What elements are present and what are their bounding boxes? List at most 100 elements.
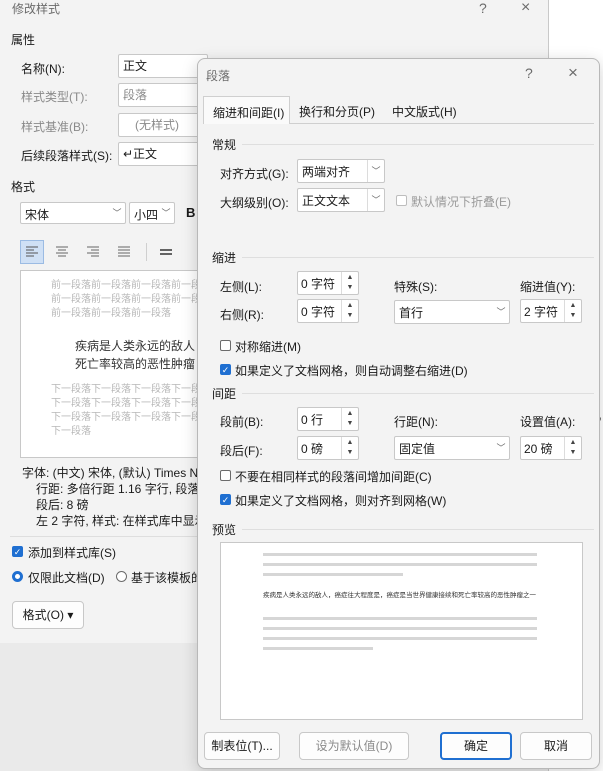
line-spacing-select[interactable]: 固定值 ﹀ [394, 436, 510, 460]
style-type-select[interactable]: 段落 [118, 83, 208, 107]
style-name-input[interactable]: 正文 [118, 54, 208, 78]
spacing-after-input[interactable]: 0 磅 ▲ ▼ [297, 436, 359, 460]
preview-sample-text: 疾病是人类永远的敌人，癌症往大程度是，癌症是当世界健康接续和死亡率较高的恶性肿瘤… [263, 592, 536, 599]
preview-next-bar [263, 627, 537, 630]
spin-down-icon: ▼ [346, 284, 354, 291]
preview-main-line: 疾病是人类永远的敌人 [75, 339, 196, 353]
spacing-before-input[interactable]: 0 行 ▲ ▼ [297, 407, 359, 431]
preview-main-line: 死亡率较高的恶性肿瘤 [75, 357, 196, 371]
preview-prev-line: 前一段落前一段落前一段落前一段 [51, 280, 200, 291]
indent-right-input[interactable]: 0 字符 ▲ ▼ [297, 299, 359, 323]
chevron-down-icon: ﹀ [496, 443, 506, 453]
special-indent-select[interactable]: 首行 ﹀ [394, 300, 510, 324]
line-spacing-button[interactable] [156, 241, 178, 266]
preview-prev-line: 前一段落前一段落前一段落前一段 [51, 294, 200, 305]
auto-adjust-right-indent-checkbox[interactable]: ✓ [220, 364, 231, 375]
line-spacing-value: 固定值 [399, 442, 436, 456]
format-menu-button[interactable]: 格式(O) ▾ [12, 601, 84, 629]
mirror-indents-checkbox[interactable] [220, 340, 231, 351]
spin-buttons[interactable]: ▲ ▼ [341, 437, 358, 459]
cancel-button[interactable]: 取消 [520, 732, 592, 760]
next-style-select[interactable]: ↵正文 [118, 142, 208, 166]
alignment-label: 对齐方式(G): [220, 167, 289, 181]
style-description-line: 行距: 多倍行距 1.16 字行, 段落 [36, 482, 200, 496]
align-center-button[interactable] [52, 241, 74, 266]
justify-button[interactable] [114, 241, 136, 266]
indent-left-input[interactable]: 0 字符 ▲ ▼ [297, 271, 359, 295]
style-based-select[interactable]: (无样式) [118, 113, 208, 137]
indent-right-label: 右侧(R): [220, 308, 264, 322]
help-button[interactable]: ? [525, 65, 533, 81]
close-button[interactable]: × [521, 0, 530, 17]
outline-level-select[interactable]: 正文文本 ﹀ [297, 188, 385, 212]
outline-level-value: 正文文本 [302, 194, 351, 208]
spacing-after-label: 段后(F): [220, 444, 263, 458]
alignment-value: 两端对齐 [302, 165, 351, 179]
chevron-down-icon: ﹀ [161, 208, 171, 218]
snap-to-grid-label: 如果定义了文档网格，则对齐到网格(W) [235, 494, 447, 508]
align-left-button[interactable] [20, 240, 44, 264]
divider [242, 144, 594, 145]
style-based-label: 样式基准(B): [21, 120, 89, 134]
indent-by-label: 缩进值(Y): [520, 280, 576, 294]
alignment-select[interactable]: 两端对齐 ﹀ [297, 159, 385, 183]
spin-up-icon: ▲ [346, 439, 354, 446]
divider [10, 536, 198, 537]
spin-buttons[interactable]: ▲ ▼ [341, 300, 358, 322]
preview-next-line: 下一段落下一段落下一段落下一段 [51, 398, 200, 409]
tab-indents-spacing[interactable]: 缩进和间距(I) [203, 96, 290, 124]
indent-by-input[interactable]: 2 字符 ▲ ▼ [520, 299, 582, 323]
style-name-value: 正文 [123, 59, 148, 73]
paragraph-preview: 疾病是人类永远的敌人，癌症往大程度是，癌症是当世界健康接续和死亡率较高的恶性肿瘤… [220, 542, 583, 720]
tab-strip-line [289, 123, 594, 124]
preview-next-bar [263, 617, 537, 620]
mirror-indents-label: 对称缩进(M) [235, 340, 301, 354]
snap-to-grid-checkbox[interactable]: ✓ [220, 494, 231, 505]
no-space-same-style-checkbox[interactable] [220, 470, 231, 481]
line-spacing-at-input[interactable]: 20 磅 ▲ ▼ [520, 436, 582, 460]
align-left-icon [26, 246, 38, 257]
tabs-button[interactable]: 制表位(T)... [204, 732, 280, 760]
format-header: 格式 [11, 180, 36, 194]
modify-style-title: 修改样式 [12, 2, 61, 16]
align-right-button[interactable] [83, 241, 105, 266]
collapsed-by-default-checkbox[interactable] [396, 195, 407, 206]
preview-next-line: 下一段落下一段落下一段落下一段 [51, 384, 200, 395]
spin-buttons[interactable]: ▲ ▼ [564, 437, 581, 459]
preview-next-bar [263, 637, 537, 640]
spin-down-icon: ▼ [346, 420, 354, 427]
spin-up-icon: ▲ [569, 439, 577, 446]
only-this-doc-radio[interactable] [12, 571, 23, 582]
tab-line-page-breaks[interactable]: 换行和分页(P) [299, 103, 375, 120]
set-as-default-button[interactable]: 设为默认值(D) [299, 732, 409, 760]
close-button[interactable]: × [568, 63, 578, 83]
style-type-value: 段落 [123, 88, 148, 102]
bold-button[interactable]: B [186, 205, 195, 220]
preview-prev-line: 前一段落前一段落前一段落 [51, 308, 171, 319]
no-space-same-style-label: 不要在相同样式的段落间增加间距(C) [235, 470, 432, 484]
tab-asian-typography[interactable]: 中文版式(H) [392, 103, 457, 120]
font-select[interactable]: 宋体 ﹀ [20, 202, 126, 224]
spin-buttons[interactable]: ▲ ▼ [341, 272, 358, 294]
indent-by-value: 2 字符 [524, 305, 559, 319]
paragraph-dialog-title: 段落 [206, 69, 231, 83]
auto-adjust-right-indent-label: 如果定义了文档网格，则自动调整右缩进(D) [235, 364, 468, 378]
spin-down-icon: ▼ [569, 312, 577, 319]
general-header: 常规 [212, 138, 237, 152]
style-description-line: 段后: 8 磅 [36, 498, 89, 512]
spin-up-icon: ▲ [569, 302, 577, 309]
preview-next-bar [263, 647, 373, 650]
preview-next-line: 下一段落 [51, 426, 91, 437]
font-value: 宋体 [25, 208, 50, 222]
spin-buttons[interactable]: ▲ ▼ [341, 408, 358, 430]
preview-prev-bar [263, 573, 403, 576]
ok-button[interactable]: 确定 [440, 732, 512, 760]
spin-buttons[interactable]: ▲ ▼ [564, 300, 581, 322]
spin-up-icon: ▲ [346, 274, 354, 281]
font-size-select[interactable]: 小四 ﹀ [129, 202, 175, 224]
template-docs-radio[interactable] [116, 571, 127, 582]
line-spacing-icon [160, 249, 172, 255]
help-button[interactable]: ? [479, 0, 487, 16]
add-to-gallery-checkbox[interactable]: ✓ [12, 546, 23, 557]
chevron-down-icon: ﹀ [496, 307, 506, 317]
